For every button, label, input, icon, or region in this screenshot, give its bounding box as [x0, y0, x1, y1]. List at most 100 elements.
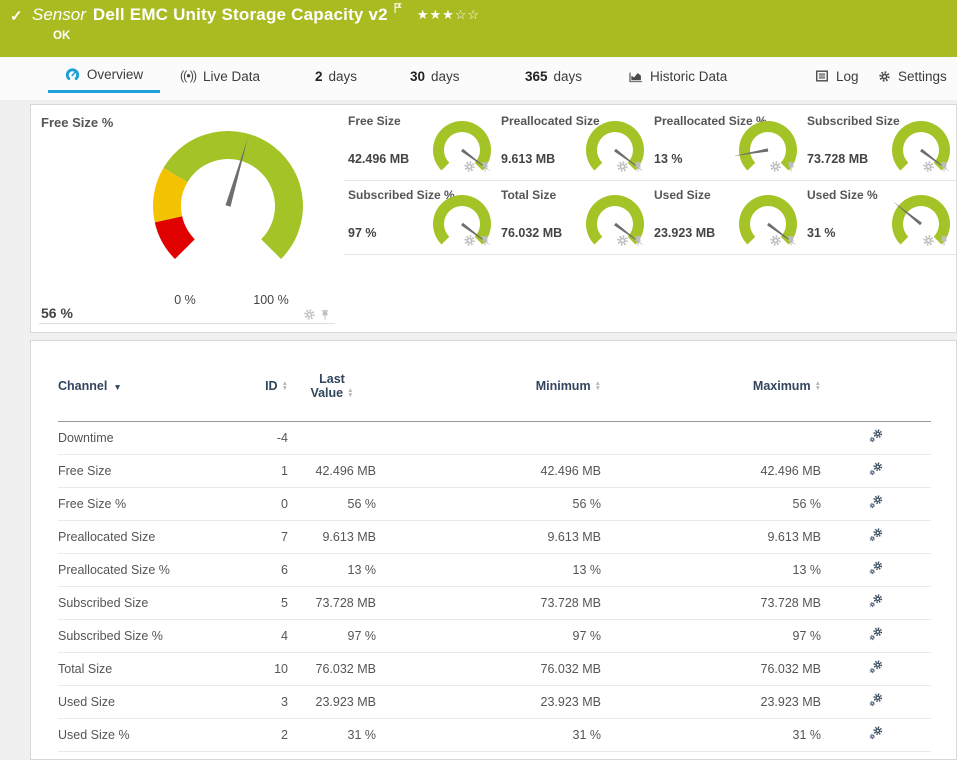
- channel-minimum: [376, 421, 601, 454]
- channel-settings-icon[interactable]: [868, 428, 884, 447]
- channel-name[interactable]: Subscribed Size %: [58, 619, 233, 652]
- table-row: Downtime-4: [58, 421, 931, 454]
- channel-settings-icon[interactable]: [868, 560, 884, 579]
- channel-settings-icon[interactable]: [868, 725, 884, 744]
- channel-name[interactable]: Free Size %: [58, 487, 233, 520]
- channel-last-value: 9.613 MB: [288, 520, 376, 553]
- mini-gauge-title: Total Size: [501, 188, 556, 202]
- channel-id: 0: [233, 487, 288, 520]
- channel-name[interactable]: Subscribed Size: [58, 586, 233, 619]
- mini-gauge-used-size: Used Size23.923 MB: [650, 181, 803, 255]
- channel-name[interactable]: Free Size: [58, 454, 233, 487]
- mini-gauge-total-size: Total Size76.032 MB: [497, 181, 650, 255]
- pin-icon[interactable]: [479, 160, 491, 178]
- priority-flag-icon[interactable]: [393, 1, 403, 19]
- channel-settings-icon[interactable]: [868, 626, 884, 645]
- tab-log[interactable]: Log: [815, 59, 859, 93]
- sensor-label: Sensor: [32, 5, 86, 25]
- tab-number: 365: [525, 69, 548, 84]
- mini-gauge-title: Subscribed Size: [807, 114, 900, 128]
- gear-icon[interactable]: [616, 160, 629, 178]
- sort-icon[interactable]: ▲▼: [595, 381, 601, 392]
- pin-icon[interactable]: [632, 234, 644, 252]
- pin-icon[interactable]: [785, 160, 797, 178]
- channel-name[interactable]: Total Size: [58, 652, 233, 685]
- tab-live-data[interactable]: ((•))Live Data: [180, 59, 260, 93]
- tab-historic-data[interactable]: Historic Data: [628, 59, 727, 93]
- sort-icon[interactable]: ▲▼: [815, 381, 821, 392]
- col-header-maximum[interactable]: Maximum▲▼: [601, 341, 821, 421]
- channel-minimum: 97 %: [376, 619, 601, 652]
- pin-icon[interactable]: [479, 234, 491, 252]
- historic-data-icon: [628, 69, 643, 84]
- mini-gauge-preallocated-size-pct: Preallocated Size %13 %: [650, 107, 803, 181]
- col-header-minimum[interactable]: Minimum▲▼: [376, 341, 601, 421]
- col-header-actions: [821, 341, 931, 421]
- channel-last-value: [288, 421, 376, 454]
- sensor-overview-content: Free Size % 0 % 100 % 56 % Free Size42.4…: [0, 100, 957, 756]
- channel-id: 4: [233, 619, 288, 652]
- col-header-channel[interactable]: Channel▼: [58, 341, 233, 421]
- col-header-id[interactable]: ID▲▼: [233, 341, 288, 421]
- channel-minimum: 56 %: [376, 487, 601, 520]
- mini-gauge-value: 23.923 MB: [654, 226, 715, 240]
- sort-icon[interactable]: ▲▼: [347, 388, 353, 399]
- priority-stars[interactable]: ★★★☆☆: [417, 7, 480, 23]
- col-header-last-value[interactable]: LastValue▲▼: [288, 341, 376, 421]
- channel-minimum: 76.032 MB: [376, 652, 601, 685]
- channel-settings-icon[interactable]: [868, 527, 884, 546]
- tab-settings[interactable]: Settings: [878, 59, 947, 93]
- channel-settings-icon[interactable]: [868, 494, 884, 513]
- gear-icon[interactable]: [463, 234, 476, 252]
- gear-icon[interactable]: [463, 160, 476, 178]
- channel-settings-cell: [821, 487, 931, 520]
- channel-last-value: 97 %: [288, 619, 376, 652]
- tab-365-days[interactable]: 365days: [525, 59, 582, 93]
- gear-icon[interactable]: [769, 234, 782, 252]
- gear-icon[interactable]: [922, 234, 935, 252]
- sort-desc-icon[interactable]: ▼: [113, 382, 121, 392]
- mini-gauge-value: 97 %: [348, 226, 377, 240]
- pin-icon[interactable]: [632, 160, 644, 178]
- gauge-scale-max: 100 %: [244, 293, 298, 307]
- channel-name[interactable]: Preallocated Size: [58, 520, 233, 553]
- gauges-panel: Free Size % 0 % 100 % 56 % Free Size42.4…: [30, 104, 957, 333]
- channel-name[interactable]: Used Size: [58, 685, 233, 718]
- tab-30-days[interactable]: 30days: [410, 59, 460, 93]
- mini-gauges-grid: Free Size42.496 MBPreallocated Size9.613…: [344, 107, 956, 255]
- channel-settings-icon[interactable]: [868, 692, 884, 711]
- table-row: Free Size %056 %56 %56 %: [58, 487, 931, 520]
- status-badge: OK: [53, 30, 70, 42]
- pin-icon[interactable]: [938, 160, 950, 178]
- channel-settings-icon[interactable]: [868, 593, 884, 612]
- channel-maximum: [601, 421, 821, 454]
- tab-overview[interactable]: Overview: [48, 59, 160, 93]
- pin-icon[interactable]: [785, 234, 797, 252]
- channel-minimum: 31 %: [376, 718, 601, 751]
- channel-name[interactable]: Preallocated Size %: [58, 553, 233, 586]
- tab-number: 30: [410, 69, 425, 84]
- gear-icon[interactable]: [616, 234, 629, 252]
- channel-name[interactable]: Used Size %: [58, 718, 233, 751]
- channel-minimum: 42.496 MB: [376, 454, 601, 487]
- channel-id: 1: [233, 454, 288, 487]
- sort-icon[interactable]: ▲▼: [282, 381, 288, 392]
- tab-bar: Overview ((•))Live Data 2days 30days 365days…: [0, 57, 957, 100]
- gear-icon[interactable]: [769, 160, 782, 178]
- channel-settings-cell: [821, 421, 931, 454]
- log-icon: [815, 69, 829, 83]
- channel-settings-cell: [821, 454, 931, 487]
- channel-minimum: 13 %: [376, 553, 601, 586]
- gear-icon[interactable]: [922, 160, 935, 178]
- channel-settings-icon[interactable]: [868, 659, 884, 678]
- tab-2-days[interactable]: 2days: [315, 59, 357, 93]
- channel-settings-icon[interactable]: [868, 461, 884, 480]
- mini-gauge-free-size: Free Size42.496 MB: [344, 107, 497, 181]
- channel-minimum: 73.728 MB: [376, 586, 601, 619]
- channel-last-value: 42.496 MB: [288, 454, 376, 487]
- channel-name[interactable]: Downtime: [58, 421, 233, 454]
- channel-id: 5: [233, 586, 288, 619]
- pin-icon[interactable]: [938, 234, 950, 252]
- mini-gauge-subscribed-size-pct: Subscribed Size %97 %: [344, 181, 497, 255]
- mini-gauge-value: 42.496 MB: [348, 152, 409, 166]
